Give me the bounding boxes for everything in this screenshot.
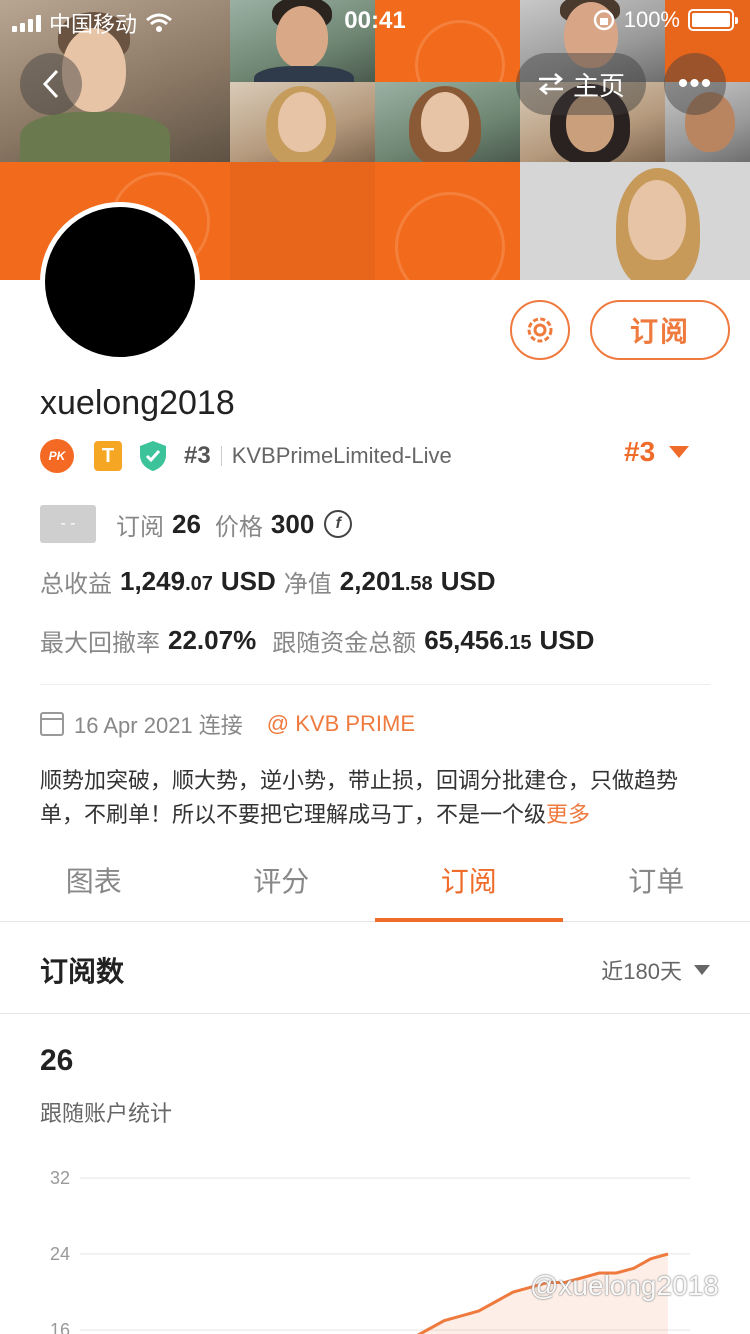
home-label: 主页 [572, 70, 625, 101]
subscribe-count: 26 [172, 508, 201, 539]
rank-label: #3 [184, 442, 211, 469]
settings-button[interactable] [510, 300, 570, 360]
net-int: 2,201 [339, 566, 405, 596]
cover-photo [375, 82, 520, 162]
chart-y-tick-label: 24 [50, 1244, 70, 1264]
tab-bar: 图表 评分 订阅 订单 [0, 840, 750, 922]
total-profit-int: 1,249 [120, 566, 186, 596]
connection-row: 16 Apr 2021 连接 @ KVB PRIME [40, 708, 415, 740]
home-button[interactable]: 主页 [516, 53, 646, 115]
status-bar: 中国移动 00:41 100% [0, 0, 750, 40]
connection-date: 16 Apr 2021 连接 [74, 713, 243, 738]
strategy-description: 顺势加突破，顺大势，逆小势，带止损，回调分批建仓，只做趋势单，不刷单！所以不要把… [40, 764, 710, 832]
range-label: 近180天 [601, 959, 682, 984]
cover-photo [230, 82, 375, 162]
trader-badge[interactable]: T [94, 441, 122, 471]
drawdown-value: 22.07% [168, 625, 257, 655]
profit-row: 总收益 1,249.07 USD 净值 2,201.58 USD [40, 564, 504, 599]
subscriber-count: 26 [40, 1044, 74, 1077]
divider [220, 446, 222, 466]
subscribe-label: 订阅 [116, 513, 164, 541]
battery-percent: 100% [623, 7, 680, 32]
net-dec: .58 [404, 573, 433, 595]
chart-y-tick-label: 16 [50, 1320, 70, 1334]
badges-row: PK T #3 KVBPrimeLimited-Live [40, 436, 452, 476]
verified-shield-icon[interactable] [138, 440, 168, 472]
total-profit-dec: .07 [185, 573, 213, 595]
status-chip: - - [40, 505, 96, 543]
pk-badge[interactable]: PK [40, 439, 74, 473]
total-profit-label: 总收益 [40, 571, 112, 598]
chevron-left-icon [42, 69, 59, 99]
more-link[interactable]: 更多 [546, 802, 590, 827]
divider [40, 684, 710, 685]
risk-row: 最大回撤率 22.07% 跟随资金总额 65,456.15 USD [40, 623, 602, 658]
battery-icon [688, 9, 738, 31]
subscriber-count-label: 跟随账户统计 [40, 1101, 173, 1126]
back-button[interactable] [20, 53, 82, 115]
more-button[interactable]: ••• [664, 53, 726, 115]
coin-icon: f [324, 510, 353, 538]
avatar[interactable] [40, 202, 200, 362]
watermark: @xuelong2018 [530, 1270, 719, 1301]
tab-chart[interactable]: 图表 [0, 840, 188, 921]
range-selector[interactable]: 近180天 [601, 954, 710, 986]
subscription-row: - - 订阅 26 价格 300 f [40, 505, 353, 543]
follow-funds-dec: .15 [503, 632, 532, 654]
tab-orders[interactable]: 订单 [563, 840, 750, 921]
dropdown-arrow-icon [694, 965, 710, 975]
total-profit-unit: USD [220, 566, 276, 596]
follow-funds-int: 65,456 [424, 625, 504, 655]
price-value: 300 [270, 508, 315, 539]
server-name: KVBPrimeLimited-Live [231, 443, 452, 468]
price-label: 价格 [214, 513, 263, 541]
rotation-lock-icon [593, 9, 614, 31]
follow-funds-unit: USD [539, 625, 595, 655]
rank-value: #3 [624, 436, 656, 467]
tab-rating[interactable]: 评分 [188, 840, 376, 921]
calendar-icon [40, 712, 64, 736]
username: xuelong2018 [40, 384, 235, 422]
dropdown-arrow-icon [669, 446, 690, 458]
net-unit: USD [440, 566, 496, 596]
rank-selector[interactable]: #3 [624, 436, 690, 468]
chart-y-tick-label: 32 [50, 1168, 70, 1188]
cover-photo [520, 162, 750, 280]
cover-tile [230, 162, 375, 280]
net-label: 净值 [283, 571, 332, 598]
cover-tile [375, 162, 520, 280]
more-dots-icon: ••• [677, 67, 713, 100]
swap-icon [538, 73, 564, 95]
follow-funds-label: 跟随资金总额 [272, 630, 417, 657]
gear-icon [527, 317, 553, 343]
section-header: 订阅数 近180天 [0, 922, 750, 1014]
drawdown-label: 最大回撤率 [40, 630, 160, 657]
section-title: 订阅数 [40, 956, 125, 987]
broker-link[interactable]: @ KVB PRIME [267, 711, 415, 737]
tab-subscription[interactable]: 订阅 [375, 840, 563, 922]
subscribe-button[interactable]: 订阅 [590, 300, 730, 360]
subscriber-chart: 32 24 16 [50, 1168, 690, 1334]
